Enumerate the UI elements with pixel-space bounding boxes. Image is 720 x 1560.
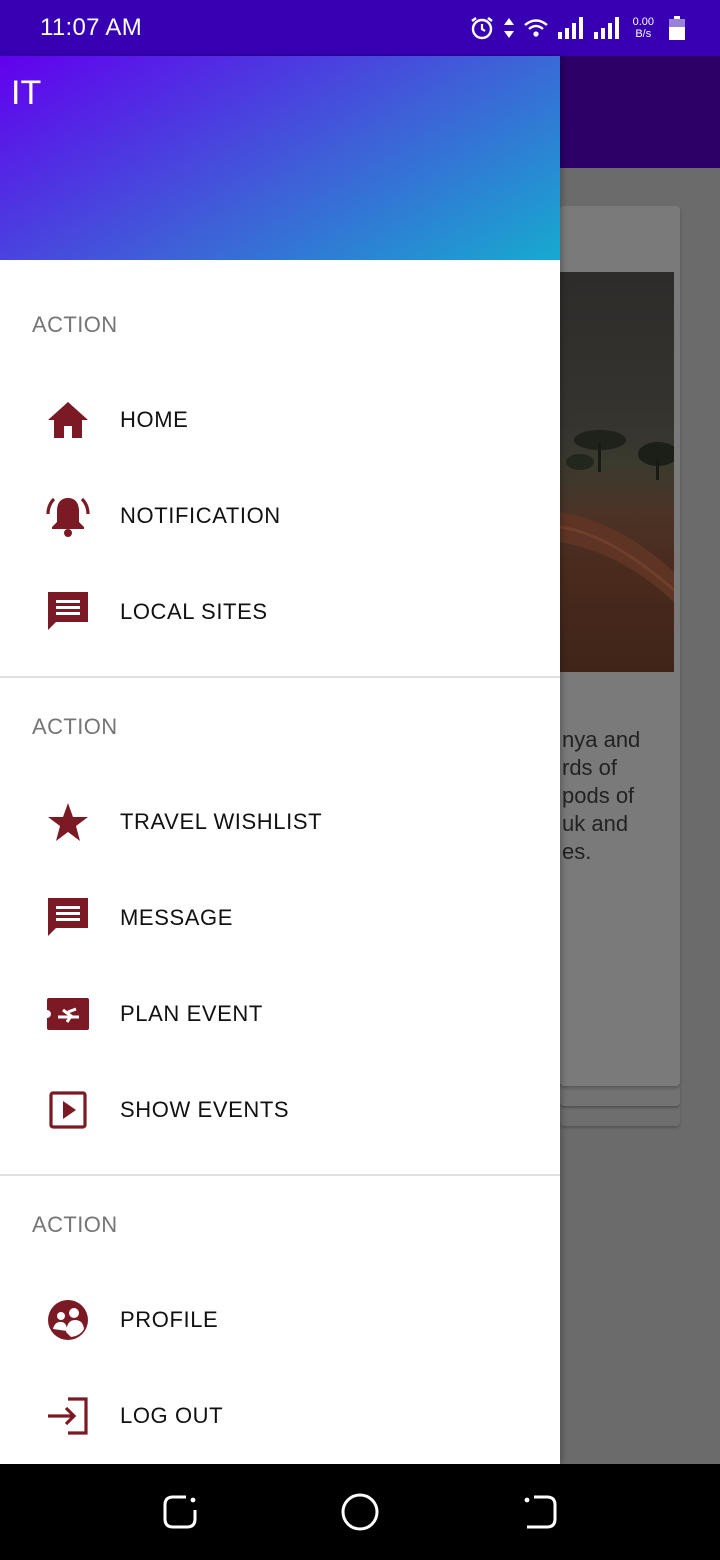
system-nav-bar — [0, 1464, 720, 1560]
menu-item-log-out[interactable]: LOG OUT — [0, 1368, 560, 1464]
people-circle-icon — [44, 1296, 92, 1344]
menu-item-message[interactable]: MESSAGE — [0, 870, 560, 966]
home-circle-icon[interactable] — [340, 1492, 380, 1532]
background-card-shadow — [560, 1086, 680, 1106]
menu-item-travel-wishlist[interactable]: TRAVEL WISHLIST — [0, 774, 560, 870]
background-text-line: rds of — [562, 755, 618, 780]
battery-icon — [668, 15, 686, 41]
section-divider — [0, 676, 560, 678]
status-icons: 0.00 B/s — [469, 12, 686, 44]
back-icon[interactable] — [520, 1492, 560, 1532]
menu-item-label: NOTIFICATION — [120, 503, 281, 528]
section-title: ACTION — [32, 714, 118, 739]
net-speed-unit: B/s — [635, 28, 652, 40]
background-text-line: es. — [562, 839, 592, 864]
net-speed: 0.00 B/s — [633, 16, 654, 40]
app-toolbar — [560, 56, 720, 168]
signal-icon — [557, 16, 585, 40]
section-title: ACTION — [32, 1212, 118, 1237]
drawer-header: IT — [0, 56, 560, 260]
section-title: ACTION — [32, 312, 118, 337]
menu-item-notification[interactable]: NOTIFICATION — [0, 468, 560, 564]
menu-item-label: LOCAL SITES — [120, 599, 268, 624]
menu-item-label: HOME — [120, 407, 189, 432]
menu-item-label: TRAVEL WISHLIST — [120, 809, 323, 834]
menu-item-label: PLAN EVENT — [120, 1001, 263, 1026]
chat-icon — [44, 894, 92, 942]
login-arrow-icon — [44, 1392, 92, 1440]
play-box-icon — [44, 1086, 92, 1134]
status-time: 11:07 AM — [40, 14, 143, 41]
navigation-drawer: IT ACTION HOME NOTIFICATION LOCAL SITES … — [0, 56, 560, 1464]
bell-ringing-icon — [44, 492, 92, 540]
status-bar: 11:07 AM 0.00 B/s — [0, 0, 720, 56]
net-speed-value: 0.00 — [632, 16, 654, 28]
menu-item-show-events[interactable]: SHOW EVENTS — [0, 1062, 560, 1158]
signal-icon — [593, 16, 621, 40]
menu-item-profile[interactable]: PROFILE — [0, 1272, 560, 1368]
background-photo — [560, 272, 674, 672]
star-icon — [44, 798, 92, 846]
menu-item-label: PROFILE — [120, 1307, 219, 1332]
wifi-icon — [523, 17, 549, 39]
home-icon — [44, 396, 92, 444]
menu-item-label: SHOW EVENTS — [120, 1097, 290, 1122]
menu-item-local-sites[interactable]: LOCAL SITES — [0, 564, 560, 660]
drawer-header-title: IT — [11, 74, 42, 112]
background-text-line: nya and — [562, 727, 641, 752]
flight-ticket-icon — [44, 990, 92, 1038]
recents-icon[interactable] — [160, 1492, 200, 1532]
menu-item-plan-event[interactable]: PLAN EVENT — [0, 966, 560, 1062]
alarm-icon — [469, 15, 495, 41]
background-text-line: uk and — [562, 811, 629, 836]
menu-item-label: LOG OUT — [120, 1403, 224, 1428]
chat-icon — [44, 588, 92, 636]
menu-item-label: MESSAGE — [120, 905, 234, 930]
section-divider — [0, 1174, 560, 1176]
menu-item-home[interactable]: HOME — [0, 372, 560, 468]
background-card-shadow — [560, 1106, 680, 1126]
background-text-line: pods of — [562, 783, 635, 808]
data-arrows-icon — [503, 16, 515, 40]
background-text: nya and rds of pods of uk and es. — [562, 726, 662, 866]
